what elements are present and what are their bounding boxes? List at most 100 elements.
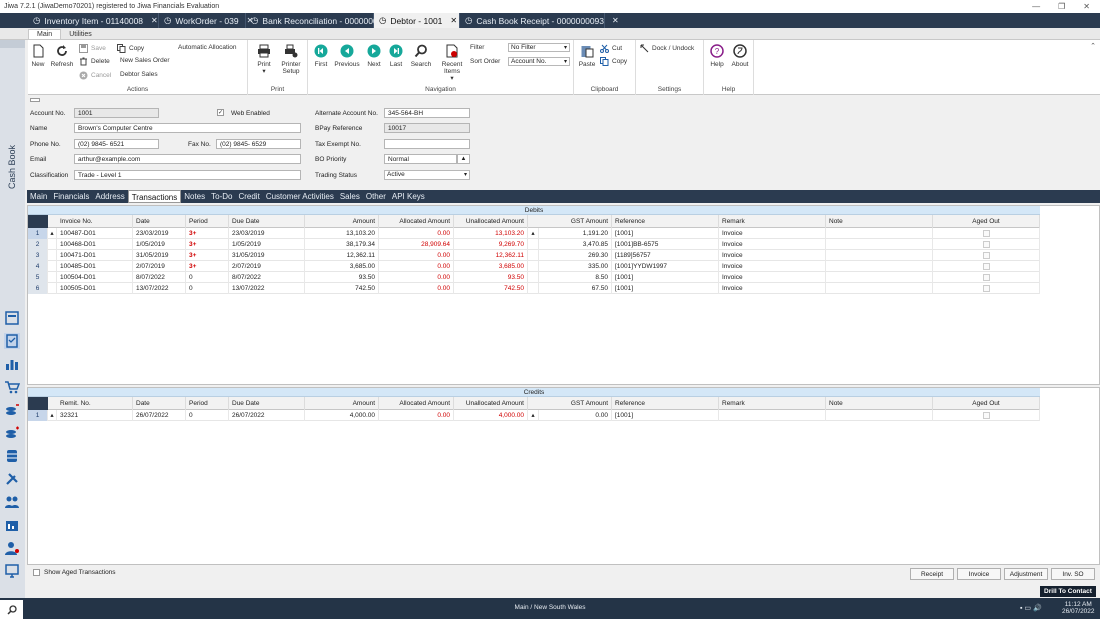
debit-table-row[interactable]: 6 100505-D01 13/07/2022 0 13/07/2022 742.50 0.… [28, 283, 1040, 294]
row-expand-icon[interactable] [48, 239, 57, 250]
alt-account-field[interactable]: 345-564-BH [384, 108, 470, 118]
debit-cell-due[interactable]: 31/05/2019 [229, 250, 305, 261]
debit-table-row[interactable]: 2 100468-D01 1/05/2019 3+ 1/05/2019 38,179.34… [28, 239, 1040, 250]
bo-priority-field[interactable]: Normal [384, 154, 457, 164]
debit-cell-invoice[interactable]: 100505-D01 [57, 283, 133, 294]
users-icon[interactable] [4, 494, 20, 510]
book-icon[interactable] [4, 310, 20, 326]
debit-cell-period[interactable]: 3+ [186, 228, 229, 239]
debit-cell-amount[interactable]: 3,685.00 [305, 261, 379, 272]
debit-cell-reference[interactable]: [1001] [612, 272, 719, 283]
aged-out-checkbox[interactable] [983, 274, 990, 281]
debit-cell-invoice[interactable]: 100485-D01 [57, 261, 133, 272]
debit-cell-allocated[interactable]: 0.00 [379, 272, 454, 283]
debit-cell-period[interactable]: 3+ [186, 261, 229, 272]
allocation-spin-icon[interactable]: ▴ [528, 228, 539, 239]
form-tab[interactable]: Transactions [127, 190, 182, 203]
debit-cell-invoice[interactable]: 100468-D01 [57, 239, 133, 250]
document-tab[interactable]: ◷ Debtor - 1001 ✕ [374, 13, 460, 28]
debit-cell-date[interactable]: 2/07/2019 [133, 261, 186, 272]
credit-column-header[interactable]: Period [186, 397, 229, 410]
tax-exempt-field[interactable] [384, 139, 470, 149]
debit-cell-remark[interactable]: Invoice [719, 250, 826, 261]
aged-out-cell[interactable] [933, 410, 1040, 421]
debit-cell-remark[interactable]: Invoice [719, 283, 826, 294]
allocation-spin-icon[interactable] [528, 283, 539, 294]
debit-cell-gst[interactable]: 8.50 [539, 272, 612, 283]
debit-cell-gst[interactable]: 269.30 [539, 250, 612, 261]
dock-undock-button[interactable]: Dock / Undock [640, 44, 694, 53]
credit-column-header[interactable]: GST Amount [528, 397, 612, 410]
form-tab[interactable]: API Keys [389, 190, 428, 203]
debit-cell-due[interactable]: 23/03/2019 [229, 228, 305, 239]
credit-column-header[interactable]: Due Date [229, 397, 305, 410]
debit-cell-unallocated[interactable]: 93.50 [454, 272, 528, 283]
debit-cell-amount[interactable]: 12,362.11 [305, 250, 379, 261]
tab-close-icon[interactable]: ✕ [612, 16, 619, 25]
filter-dropdown[interactable]: No Filter [508, 43, 570, 52]
name-field[interactable]: Brown's Computer Centre [74, 123, 301, 133]
debit-cell-reference[interactable]: [1001]BB-6575 [612, 239, 719, 250]
form-tab[interactable]: Financials [50, 190, 92, 203]
row-expand-icon[interactable] [48, 283, 57, 294]
cut-button[interactable]: Cut [600, 44, 622, 53]
allocation-spin-icon[interactable] [528, 272, 539, 283]
receipt-button[interactable]: Receipt [910, 568, 954, 580]
minimize-icon[interactable]: — [1032, 2, 1040, 11]
debit-row-number[interactable]: 3 [28, 250, 48, 261]
cart-icon[interactable] [4, 379, 20, 395]
refresh-button[interactable]: Refresh [50, 44, 74, 68]
trading-status-dropdown[interactable]: Active [384, 170, 470, 180]
phone-field[interactable]: (02) 9845- 6521 [74, 139, 159, 149]
email-field[interactable]: arthur@example.com [74, 154, 301, 164]
user-settings-icon[interactable] [4, 540, 20, 556]
debit-cell-remark[interactable]: Invoice [719, 228, 826, 239]
debit-table-row[interactable]: 5 100504-D01 8/07/2022 0 8/07/2022 93.50 0.00 9… [28, 272, 1040, 283]
debit-cell-note[interactable] [826, 261, 933, 272]
cancel-button[interactable]: Cancel [79, 71, 111, 80]
credit-cell-remark[interactable] [719, 410, 826, 421]
debit-cell-invoice[interactable]: 100504-D01 [57, 272, 133, 283]
aged-out-cell[interactable] [933, 239, 1040, 250]
document-tab[interactable]: ◷ Cash Book Receipt - 0000000093 ✕ [460, 13, 619, 28]
debit-row-number[interactable]: 2 [28, 239, 48, 250]
debit-cell-gst[interactable]: 3,470.85 [539, 239, 612, 250]
tab-close-icon[interactable]: ✕ [450, 16, 457, 25]
tab-close-icon[interactable]: ✕ [151, 16, 158, 25]
form-tab[interactable]: To-Do [208, 190, 235, 203]
debit-grid-corner[interactable] [28, 215, 48, 228]
credit-column-header[interactable]: Date [133, 397, 186, 410]
document-tab[interactable]: ◷Bank Reconciliation - 0000000041✕ [246, 13, 407, 28]
debit-cell-period[interactable]: 0 [186, 283, 229, 294]
debit-cell-amount[interactable]: 13,103.20 [305, 228, 379, 239]
ribbon-tab-main[interactable]: Main [28, 29, 62, 39]
form-tab[interactable]: Main [27, 190, 50, 203]
debit-cell-remark[interactable]: Invoice [719, 239, 826, 250]
automatic-allocation-button[interactable]: Automatic Allocation [178, 44, 237, 51]
debit-column-header[interactable]: Date [133, 215, 186, 228]
debit-column-header[interactable]: Period [186, 215, 229, 228]
debit-cell-remark[interactable]: Invoice [719, 272, 826, 283]
debit-cell-note[interactable] [826, 250, 933, 261]
debit-cell-date[interactable]: 31/05/2019 [133, 250, 186, 261]
debit-column-header[interactable]: Aged Out [933, 215, 1040, 228]
debit-row-number[interactable]: 1 [28, 228, 48, 239]
debit-cell-unallocated[interactable]: 3,685.00 [454, 261, 528, 272]
show-aged-checkbox[interactable] [33, 569, 40, 576]
form-tab[interactable]: Sales [337, 190, 363, 203]
form-tab[interactable]: Address [92, 190, 127, 203]
debit-cell-period[interactable]: 0 [186, 272, 229, 283]
debit-cell-note[interactable] [826, 228, 933, 239]
debit-cell-amount[interactable]: 38,179.34 [305, 239, 379, 250]
classification-field[interactable]: Trade - Level 1 [74, 170, 301, 180]
aged-out-cell[interactable] [933, 261, 1040, 272]
debit-column-header[interactable]: Unallocated Amount [454, 215, 528, 228]
debit-cell-unallocated[interactable]: 9,269.70 [454, 239, 528, 250]
debit-cell-allocated[interactable]: 0.00 [379, 250, 454, 261]
invoice-button[interactable]: Invoice [957, 568, 1001, 580]
debit-column-header[interactable]: Remark [719, 215, 826, 228]
form-tab[interactable]: Credit [235, 190, 262, 203]
credit-grid-corner[interactable] [28, 397, 48, 410]
credit-cell-invoice[interactable]: 32321 [57, 410, 133, 421]
row-expand-icon[interactable] [48, 261, 57, 272]
